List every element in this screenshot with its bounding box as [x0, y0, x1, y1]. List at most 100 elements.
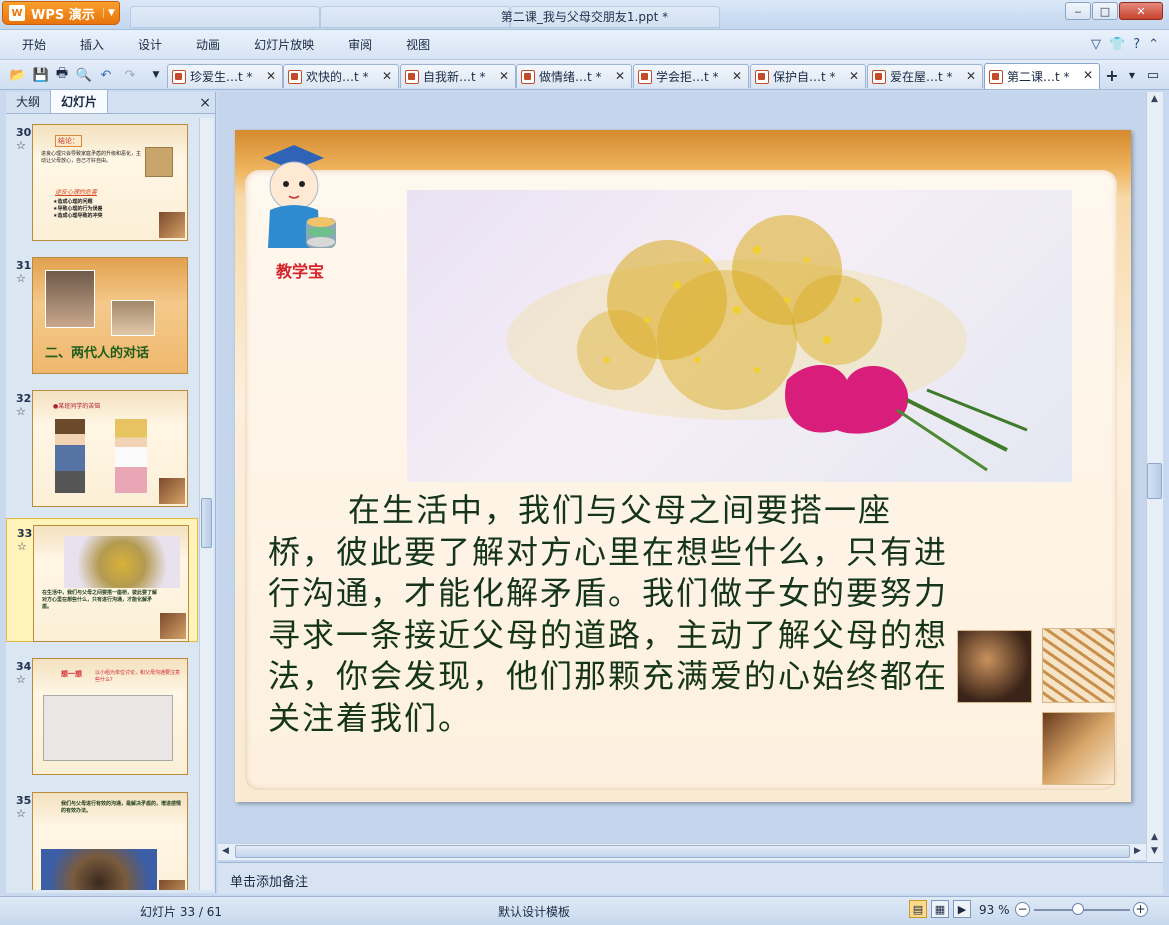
zoom-in-button[interactable]: +: [1133, 902, 1148, 917]
close-tab-icon[interactable]: ✕: [849, 69, 859, 83]
ppt-file-icon: [288, 69, 302, 84]
scroll-right-icon[interactable]: ▶: [1134, 846, 1141, 856]
thumbnail-picture: [111, 300, 155, 336]
thumbnail-picture: [160, 613, 186, 639]
print-icon[interactable]: 🖶: [54, 66, 70, 83]
close-tab-icon[interactable]: ✕: [382, 69, 392, 83]
ribbon-collapse-icon[interactable]: ⌃: [1148, 37, 1159, 52]
document-tab[interactable]: 珍爱生…t * ✕: [167, 64, 283, 88]
ppt-file-icon: [989, 69, 1003, 84]
mascot-label: 教学宝: [276, 262, 325, 281]
document-tab[interactable]: 欢快的…t * ✕: [283, 64, 399, 88]
slide-thumbnail[interactable]: 34 ☆ 想一想 以小组为单位讨论，和父母沟通要注意些什么？: [6, 652, 198, 776]
restore-layout-icon[interactable]: ▭: [1145, 67, 1161, 83]
customize-toolbar-icon[interactable]: ▼: [148, 67, 164, 83]
tab-slides[interactable]: 幻灯片: [50, 89, 109, 113]
slide-body-text[interactable]: 在生活中，我们与父母之间要搭一座桥，彼此要了解对方心里在想些什么，只有进行沟通，…: [268, 490, 958, 739]
help-icon[interactable]: ?: [1133, 37, 1140, 52]
notes-placeholder[interactable]: 单击添加备注: [230, 871, 308, 890]
status-bar: 幻灯片 33 / 61 默认设计模板 ▤ ▦ ▶ 93 % − +: [0, 896, 1169, 925]
thumbnail-picture: [55, 419, 85, 493]
zoom-level[interactable]: 93 %: [979, 903, 1010, 917]
close-window-button[interactable]: ✕: [1119, 2, 1163, 20]
slide-thumbnail[interactable]: 35 ☆ 我们与父母进行有效的沟通，是解决矛盾的，增进感情的有效办法。: [6, 786, 198, 890]
maximize-button[interactable]: □: [1092, 2, 1118, 20]
thumbnail-picture: [115, 419, 147, 493]
zoom-slider-handle[interactable]: [1072, 903, 1084, 915]
skin-icon[interactable]: 👕: [1109, 37, 1125, 52]
open-folder-icon[interactable]: 📂: [10, 67, 26, 83]
tab-list-icon[interactable]: ▼: [1124, 67, 1140, 83]
slide-thumbnail[interactable]: 30 ☆ 结论： 进良心理只会导致家庭矛盾的升级和恶化，主动让父母放心，自己才好自…: [6, 118, 198, 242]
menu-design[interactable]: 设计: [138, 36, 162, 53]
close-tab-icon[interactable]: ✕: [499, 69, 509, 83]
star-icon: ☆: [16, 807, 26, 820]
vertical-scroll-thumb[interactable]: [1147, 463, 1162, 499]
thumbnail-picture: [64, 536, 180, 588]
menu-animation[interactable]: 动画: [196, 36, 220, 53]
close-tab-icon[interactable]: ✕: [732, 69, 742, 83]
undo-icon[interactable]: ↶: [98, 67, 114, 83]
document-tab[interactable]: 学会拒…t * ✕: [633, 64, 749, 88]
zoom-out-button[interactable]: −: [1015, 902, 1030, 917]
horizontal-scroll-thumb[interactable]: [235, 845, 1130, 858]
menu-insert[interactable]: 插入: [80, 36, 104, 53]
menu-home[interactable]: 开始: [22, 36, 46, 53]
star-icon: ☆: [16, 673, 26, 686]
print-preview-icon[interactable]: 🔍: [76, 67, 92, 83]
friends-photo[interactable]: [957, 630, 1032, 703]
menu-slideshow[interactable]: 幻灯片放映: [254, 36, 314, 53]
scroll-up-icon[interactable]: ▲: [1151, 94, 1158, 104]
menu-view[interactable]: 视图: [406, 36, 430, 53]
new-tab-icon[interactable]: +: [1104, 66, 1120, 85]
fan-photo[interactable]: [1042, 628, 1115, 703]
close-tab-icon[interactable]: ✕: [966, 69, 976, 83]
document-tab-active[interactable]: 第二课…t * ✕: [984, 63, 1100, 89]
thumbnail-picture: [159, 880, 185, 890]
title-bar: W WPS 演示 ▼ 第二课_我与父母交朋友1.ppt * ‒ □ ✕: [0, 0, 1169, 30]
menu-bar: 开始 插入 设计 动画 幻灯片放映 审阅 视图 ▽ 👕 ? ⌃: [0, 30, 1169, 60]
slide-sorter-view-icon[interactable]: ▦: [931, 900, 949, 918]
scroll-up-icon[interactable]: ▲: [1151, 832, 1158, 842]
ppt-file-icon: [521, 69, 535, 84]
tab-outline[interactable]: 大纲: [6, 90, 50, 113]
flowers-heart-photo[interactable]: [407, 190, 1072, 482]
minimize-button[interactable]: ‒: [1065, 2, 1091, 20]
star-icon: ☆: [17, 540, 27, 553]
menu-review[interactable]: 审阅: [348, 36, 372, 53]
close-tab-icon[interactable]: ✕: [1083, 68, 1093, 82]
scroll-down-icon[interactable]: ▼: [1151, 846, 1158, 856]
thumbnail-picture: [159, 212, 185, 238]
redo-icon[interactable]: ↷: [122, 67, 138, 83]
brushes-photo[interactable]: [1042, 712, 1115, 785]
document-tab[interactable]: 自我新…t * ✕: [400, 64, 516, 88]
thumbnail-picture: [43, 695, 173, 761]
scroll-left-icon[interactable]: ◀: [222, 846, 229, 856]
document-tab[interactable]: 做情绪…t * ✕: [516, 64, 632, 88]
thumbnail-picture: [45, 270, 95, 328]
slide-thumbnail[interactable]: 31 ☆ 二、两代人的对话: [6, 251, 198, 375]
chevron-down-icon[interactable]: ▽: [1091, 37, 1101, 52]
slide-counter: 幻灯片 33 / 61: [140, 905, 223, 919]
thumbnail-picture: [41, 849, 157, 890]
document-tab[interactable]: 保护自…t * ✕: [750, 64, 866, 88]
close-icon[interactable]: ×: [199, 95, 211, 111]
ppt-file-icon: [405, 69, 419, 84]
star-icon: ☆: [16, 272, 26, 285]
slide-thumbnail[interactable]: 32 ☆ ●某班同学的苦恼: [6, 384, 198, 508]
save-icon[interactable]: 💾: [33, 67, 49, 83]
ppt-file-icon: [872, 69, 886, 84]
slide-thumbnail-selected[interactable]: 33 ☆ 在生活中，我们与父母之间要搭一座桥，彼此要了解对方心里在想些什么，只有进…: [6, 518, 198, 642]
document-tab[interactable]: 爱在屋…t * ✕: [867, 64, 983, 88]
normal-view-icon[interactable]: ▤: [909, 900, 927, 918]
design-template-name[interactable]: 默认设计模板: [498, 903, 570, 920]
star-icon: ☆: [16, 405, 26, 418]
close-tab-icon[interactable]: ✕: [615, 69, 625, 83]
notes-pane[interactable]: 单击添加备注: [218, 862, 1163, 894]
thumbnails-scrollbar[interactable]: [199, 118, 213, 890]
close-tab-icon[interactable]: ✕: [266, 69, 276, 83]
flowers-heart-image: [507, 215, 1028, 472]
slideshow-view-icon[interactable]: ▶: [953, 900, 971, 918]
document-title: 第二课_我与父母交朋友1.ppt *: [500, 10, 669, 24]
scroll-thumb[interactable]: [201, 498, 212, 548]
